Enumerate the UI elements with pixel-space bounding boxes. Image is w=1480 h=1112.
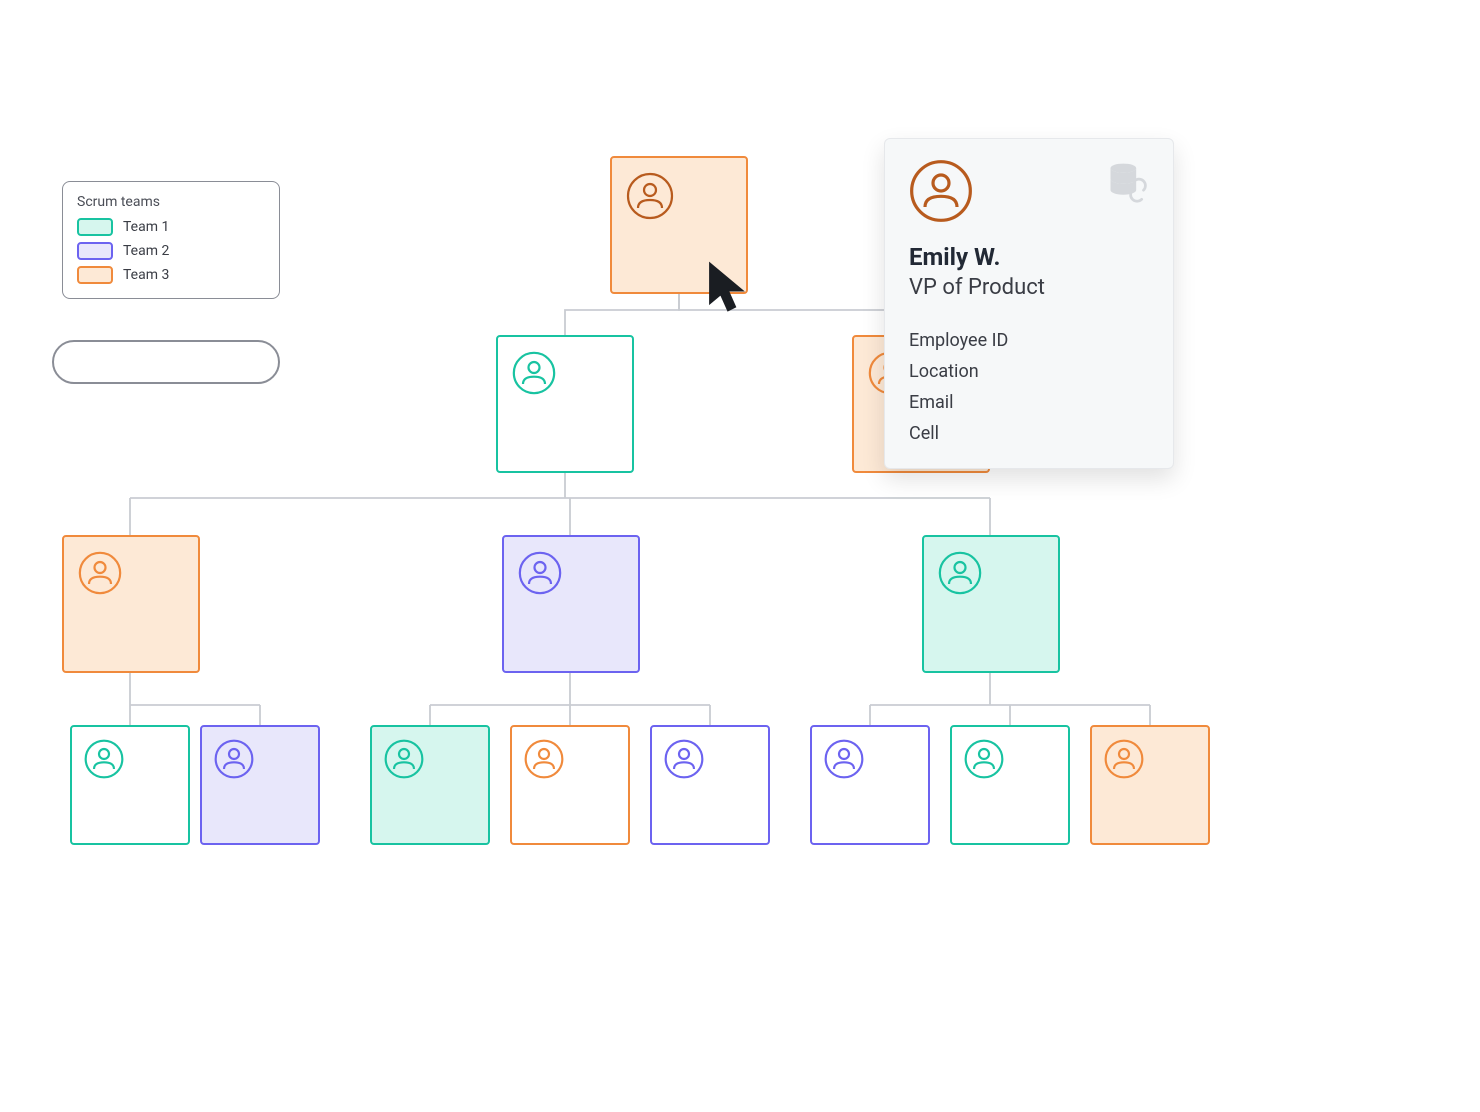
org-node-root[interactable]: [610, 156, 748, 294]
person-field-email: Email: [909, 392, 1149, 413]
legend-swatch-team1: [77, 218, 113, 236]
org-node-leaf-4[interactable]: [650, 725, 770, 845]
person-name: Emily W.: [909, 243, 1149, 271]
empty-pill-shape[interactable]: [52, 340, 280, 384]
legend-panel: Scrum teams Team 1 Team 2 Team 3: [62, 181, 280, 299]
person-field-cell: Cell: [909, 423, 1149, 444]
person-detail-card[interactable]: Emily W. VP of Product Employee ID Locat…: [884, 138, 1174, 469]
legend-swatch-team2: [77, 242, 113, 260]
legend-row-team1: Team 1: [77, 218, 265, 236]
database-link-icon: [1105, 159, 1149, 207]
person-icon: [664, 739, 704, 783]
person-icon: [938, 551, 982, 599]
person-icon: [524, 739, 564, 783]
person-icon: [824, 739, 864, 783]
org-node-level3-2[interactable]: [922, 535, 1060, 673]
org-node-level3-1[interactable]: [502, 535, 640, 673]
legend-row-team2: Team 2: [77, 242, 265, 260]
person-icon: [84, 739, 124, 783]
person-icon: [626, 172, 674, 224]
person-field-location: Location: [909, 361, 1149, 382]
person-icon: [1104, 739, 1144, 783]
legend-label-team3: Team 3: [123, 267, 169, 283]
person-title: VP of Product: [909, 275, 1149, 300]
person-icon: [214, 739, 254, 783]
org-node-leaf-6[interactable]: [950, 725, 1070, 845]
person-fields: Employee ID Location Email Cell: [909, 330, 1149, 444]
person-icon: [384, 739, 424, 783]
person-avatar-icon: [909, 159, 973, 227]
org-node-leaf-2[interactable]: [370, 725, 490, 845]
legend-label-team2: Team 2: [123, 243, 169, 259]
org-node-leaf-5[interactable]: [810, 725, 930, 845]
person-icon: [518, 551, 562, 599]
person-icon: [964, 739, 1004, 783]
person-icon: [512, 351, 556, 399]
org-node-leaf-1[interactable]: [200, 725, 320, 845]
legend-title: Scrum teams: [77, 194, 265, 210]
org-node-level2-0[interactable]: [496, 335, 634, 473]
org-node-level3-0[interactable]: [62, 535, 200, 673]
org-node-leaf-3[interactable]: [510, 725, 630, 845]
org-node-leaf-0[interactable]: [70, 725, 190, 845]
legend-row-team3: Team 3: [77, 266, 265, 284]
person-field-employee-id: Employee ID: [909, 330, 1149, 351]
org-node-leaf-7[interactable]: [1090, 725, 1210, 845]
legend-swatch-team3: [77, 266, 113, 284]
legend-label-team1: Team 1: [123, 219, 169, 235]
person-icon: [78, 551, 122, 599]
